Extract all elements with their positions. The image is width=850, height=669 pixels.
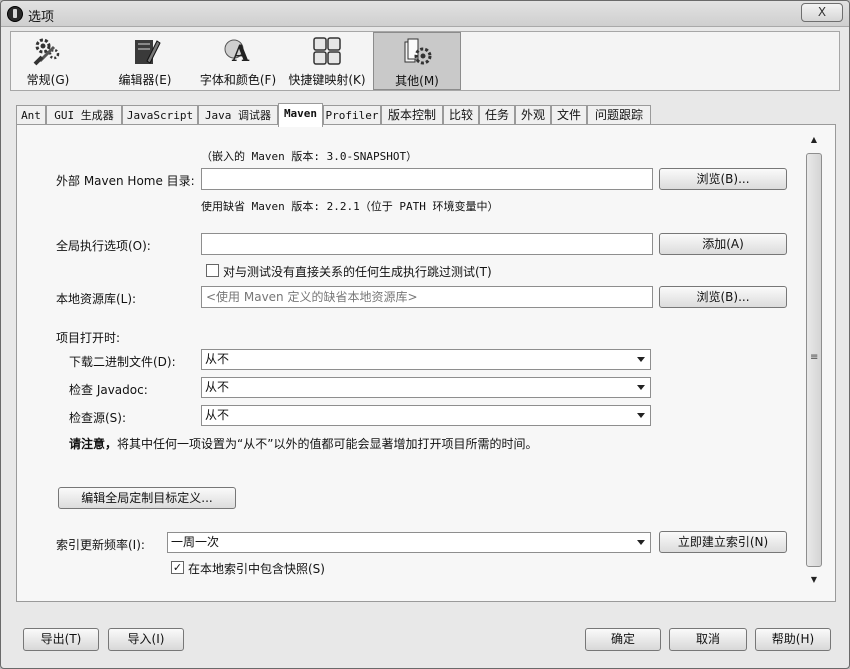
gear-wrench-icon bbox=[33, 38, 60, 66]
category-toolbar: 常规(G) 编辑器(E) A 字体和颜色(F) 快捷键映射(K) 其他(M) bbox=[10, 31, 840, 91]
check-javadoc-value: 从不 bbox=[205, 380, 230, 394]
category-fonts-colors[interactable]: A 字体和颜色(F) bbox=[193, 32, 283, 90]
check-sources-select[interactable]: 从不 bbox=[201, 405, 651, 426]
tab-version-control[interactable]: 版本控制 bbox=[381, 105, 443, 126]
tab-files[interactable]: 文件 bbox=[551, 105, 587, 126]
tab-javascript[interactable]: JavaScript bbox=[122, 105, 198, 126]
category-general[interactable]: 常规(G) bbox=[15, 32, 81, 90]
on-project-open-label: 项目打开时: bbox=[56, 331, 121, 345]
window-title: 选项 bbox=[28, 10, 55, 25]
misc-gear-icon bbox=[404, 38, 432, 65]
svg-text:A: A bbox=[231, 41, 250, 67]
default-maven-version: 使用缺省 Maven 版本: 2.2.1（位于 PATH 环境变量中） bbox=[201, 200, 499, 213]
include-snapshots-checkbox[interactable]: ✓ bbox=[171, 561, 184, 574]
index-frequency-value: 一周一次 bbox=[171, 535, 220, 549]
category-keymap-label: 快捷键映射(K) bbox=[288, 73, 366, 87]
import-button[interactable]: 导入(I) bbox=[108, 628, 184, 651]
options-dialog: 选项 X 常规(G) 编辑器(E) A 字体和颜色(F) 快捷键映射(K) 其他… bbox=[0, 0, 850, 669]
tab-java-debugger[interactable]: Java 调试器 bbox=[198, 105, 278, 126]
tab-gui-builder[interactable]: GUI 生成器 bbox=[46, 105, 122, 126]
maven-home-input[interactable] bbox=[201, 168, 653, 190]
category-misc-label: 其他(M) bbox=[395, 74, 439, 88]
embedded-maven-version: （嵌入的 Maven 版本: 3.0-SNAPSHOT） bbox=[201, 150, 418, 163]
include-snapshots-label: 在本地索引中包含快照(S) bbox=[188, 562, 325, 576]
note-bold: 请注意， bbox=[69, 437, 118, 451]
netbeans-app-icon bbox=[7, 6, 23, 22]
tab-issue-tracking[interactable]: 问题跟踪 bbox=[587, 105, 651, 126]
scroll-up-icon[interactable]: ▲ bbox=[805, 131, 823, 149]
check-sources-label: 检查源(S): bbox=[69, 411, 127, 425]
browse-local-repo-button[interactable]: 浏览(B)... bbox=[659, 286, 787, 308]
tab-maven[interactable]: Maven bbox=[278, 103, 323, 127]
download-binaries-label: 下载二进制文件(D): bbox=[69, 355, 176, 369]
chevron-down-icon bbox=[637, 540, 645, 545]
local-repo-input[interactable]: <使用 Maven 定义的缺省本地资源库> bbox=[201, 286, 653, 308]
close-button[interactable]: X bbox=[801, 3, 843, 22]
close-icon: X bbox=[817, 5, 827, 19]
maven-home-label: 外部 Maven Home 目录: bbox=[56, 174, 195, 188]
category-editor[interactable]: 编辑器(E) bbox=[107, 32, 183, 90]
download-binaries-value: 从不 bbox=[205, 352, 230, 366]
export-button[interactable]: 导出(T) bbox=[23, 628, 99, 651]
category-fonts-colors-label: 字体和颜色(F) bbox=[199, 73, 277, 87]
skip-tests-label: 对与测试没有直接关系的任何生成执行跳过测试(T) bbox=[223, 265, 492, 279]
scroll-down-icon[interactable]: ▼ bbox=[805, 571, 823, 589]
global-options-label: 全局执行选项(O): bbox=[56, 239, 151, 253]
local-repo-label: 本地资源库(L): bbox=[56, 292, 137, 306]
check-javadoc-label: 检查 Javadoc: bbox=[69, 383, 148, 397]
category-editor-label: 编辑器(E) bbox=[118, 73, 172, 87]
note-text: 将其中任何一项设置为“从不”以外的值都可能会显著增加打开项目所需的时间。 bbox=[117, 437, 538, 451]
tab-diff[interactable]: 比较 bbox=[443, 105, 479, 126]
index-now-button[interactable]: 立即建立索引(N) bbox=[659, 531, 787, 553]
font-color-icon: A bbox=[224, 39, 250, 67]
edit-global-goals-button[interactable]: 编辑全局定制目标定义... bbox=[58, 487, 236, 509]
check-sources-value: 从不 bbox=[205, 408, 230, 422]
index-frequency-label: 索引更新频率(I): bbox=[56, 538, 145, 552]
tab-ant[interactable]: Ant bbox=[16, 105, 46, 126]
browse-maven-home-button[interactable]: 浏览(B)... bbox=[659, 168, 787, 190]
category-general-label: 常规(G) bbox=[26, 73, 70, 87]
add-option-button[interactable]: 添加(A) bbox=[659, 233, 787, 255]
chevron-down-icon bbox=[637, 385, 645, 390]
global-options-input[interactable] bbox=[201, 233, 653, 255]
performance-note: 请注意，将其中任何一项设置为“从不”以外的值都可能会显著增加打开项目所需的时间。 bbox=[69, 435, 537, 452]
skip-tests-checkbox[interactable] bbox=[206, 264, 219, 277]
category-misc[interactable]: 其他(M) bbox=[373, 32, 461, 90]
download-binaries-select[interactable]: 从不 bbox=[201, 349, 651, 370]
keyboard-icon bbox=[313, 37, 341, 65]
editor-pen-icon bbox=[135, 40, 161, 64]
chevron-down-icon bbox=[637, 413, 645, 418]
tab-profiler[interactable]: Profiler bbox=[323, 105, 381, 126]
help-button[interactable]: 帮助(H) bbox=[755, 628, 831, 651]
check-javadoc-select[interactable]: 从不 bbox=[201, 377, 651, 398]
grip-icon: ≡ bbox=[810, 352, 819, 363]
cancel-button[interactable]: 取消 bbox=[669, 628, 747, 651]
chevron-down-icon bbox=[637, 357, 645, 362]
title-bar: 选项 X bbox=[1, 1, 849, 27]
category-keymap[interactable]: 快捷键映射(K) bbox=[285, 32, 369, 90]
ok-button[interactable]: 确定 bbox=[585, 628, 661, 651]
tab-tasks[interactable]: 任务 bbox=[479, 105, 515, 126]
scroll-thumb[interactable]: ≡ bbox=[806, 153, 822, 567]
tab-appearance[interactable]: 外观 bbox=[515, 105, 551, 126]
index-frequency-select[interactable]: 一周一次 bbox=[167, 532, 651, 553]
panel-scrollbar[interactable]: ▲ ≡ ▼ bbox=[805, 131, 823, 589]
